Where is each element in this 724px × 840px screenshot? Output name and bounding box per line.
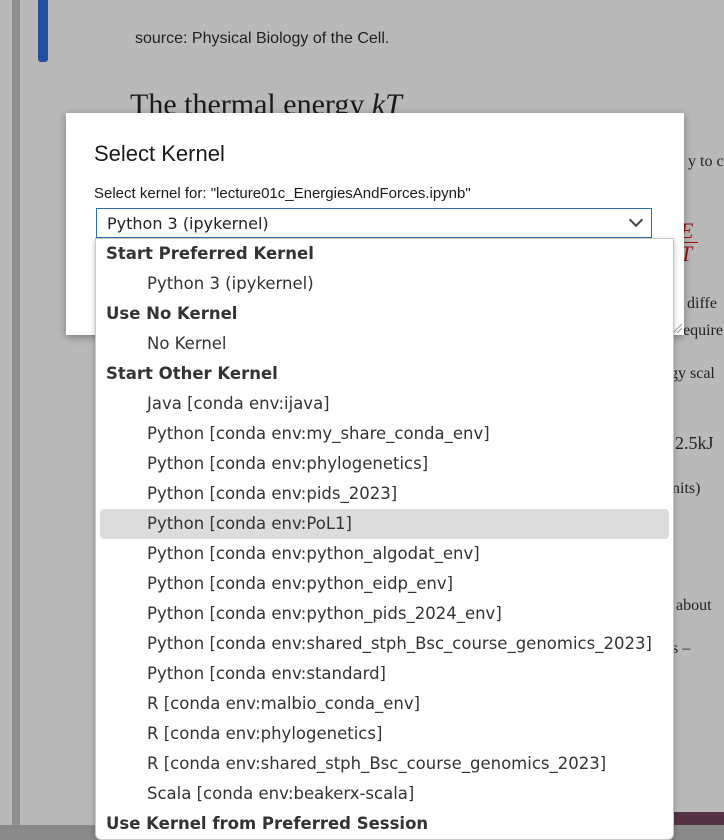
dropdown-group-label: Start Preferred Kernel <box>106 244 314 263</box>
kernel-select-value: Python 3 (ipykernel) <box>107 214 269 233</box>
text-fragment: 2.5kJ <box>675 433 714 453</box>
kernel-option[interactable]: Python [conda env:my_share_conda_env] <box>100 419 669 449</box>
kernel-option[interactable]: No Kernel <box>100 329 669 359</box>
kernel-option[interactable]: Java [conda env:ijava] <box>100 389 669 419</box>
text-fragment: equire <box>683 322 723 339</box>
active-cell-marker <box>38 0 48 62</box>
chevron-down-icon <box>628 212 644 228</box>
dropdown-group-label: Use No Kernel <box>106 304 238 323</box>
kernel-option[interactable]: Python [conda env:PoL1] <box>100 509 669 539</box>
kernel-option[interactable]: Python [conda env:python_algodat_env] <box>100 539 669 569</box>
text-fragment: s – <box>672 640 691 657</box>
text-fragment: nits) <box>672 480 701 497</box>
kernel-dropdown-list[interactable]: Start Preferred Kernel Python 3 (ipykerne… <box>95 238 674 840</box>
status-bar-fragment <box>672 812 724 825</box>
kernel-option[interactable]: Python 3 (ipykernel) <box>100 269 669 299</box>
source-citation: source: Physical Biology of the Cell. <box>135 30 390 47</box>
dropdown-group-label: Use Kernel from Preferred Session <box>106 814 429 833</box>
dialog-title: Select Kernel <box>94 141 225 166</box>
kernel-option[interactable]: Python [conda env:phylogenetics] <box>100 449 669 479</box>
text-fragment: gy scal <box>670 365 715 382</box>
kernel-option[interactable]: Python [conda env:python_eidp_env] <box>100 569 669 599</box>
kernel-option[interactable]: R [conda env:phylogenetics] <box>100 719 669 749</box>
kernel-option[interactable]: R [conda env:malbio_conda_env] <box>100 689 669 719</box>
text-fragment: about <box>676 597 712 614</box>
dialog-subtitle: Select kernel for: "lecture01c_EnergiesA… <box>94 185 471 202</box>
kernel-option[interactable]: Python [conda env:standard] <box>100 659 669 689</box>
text-fragment: y to c <box>688 153 724 170</box>
kernel-option[interactable]: R [conda env:shared_stph_Bsc_course_geno… <box>100 749 669 779</box>
dropdown-group-label: Start Other Kernel <box>106 364 278 383</box>
kernel-option[interactable]: Python [conda env:pids_2023] <box>100 479 669 509</box>
notebook-left-gutter <box>12 0 20 825</box>
kernel-option[interactable]: Scala [conda env:beakerx-scala] <box>100 779 669 809</box>
kernel-option[interactable]: Python [conda env:python_pids_2024_env] <box>100 599 669 629</box>
kernel-option[interactable]: Python [conda env:shared_stph_Bsc_course… <box>100 629 669 659</box>
kernel-select[interactable]: Python 3 (ipykernel) <box>96 208 652 238</box>
